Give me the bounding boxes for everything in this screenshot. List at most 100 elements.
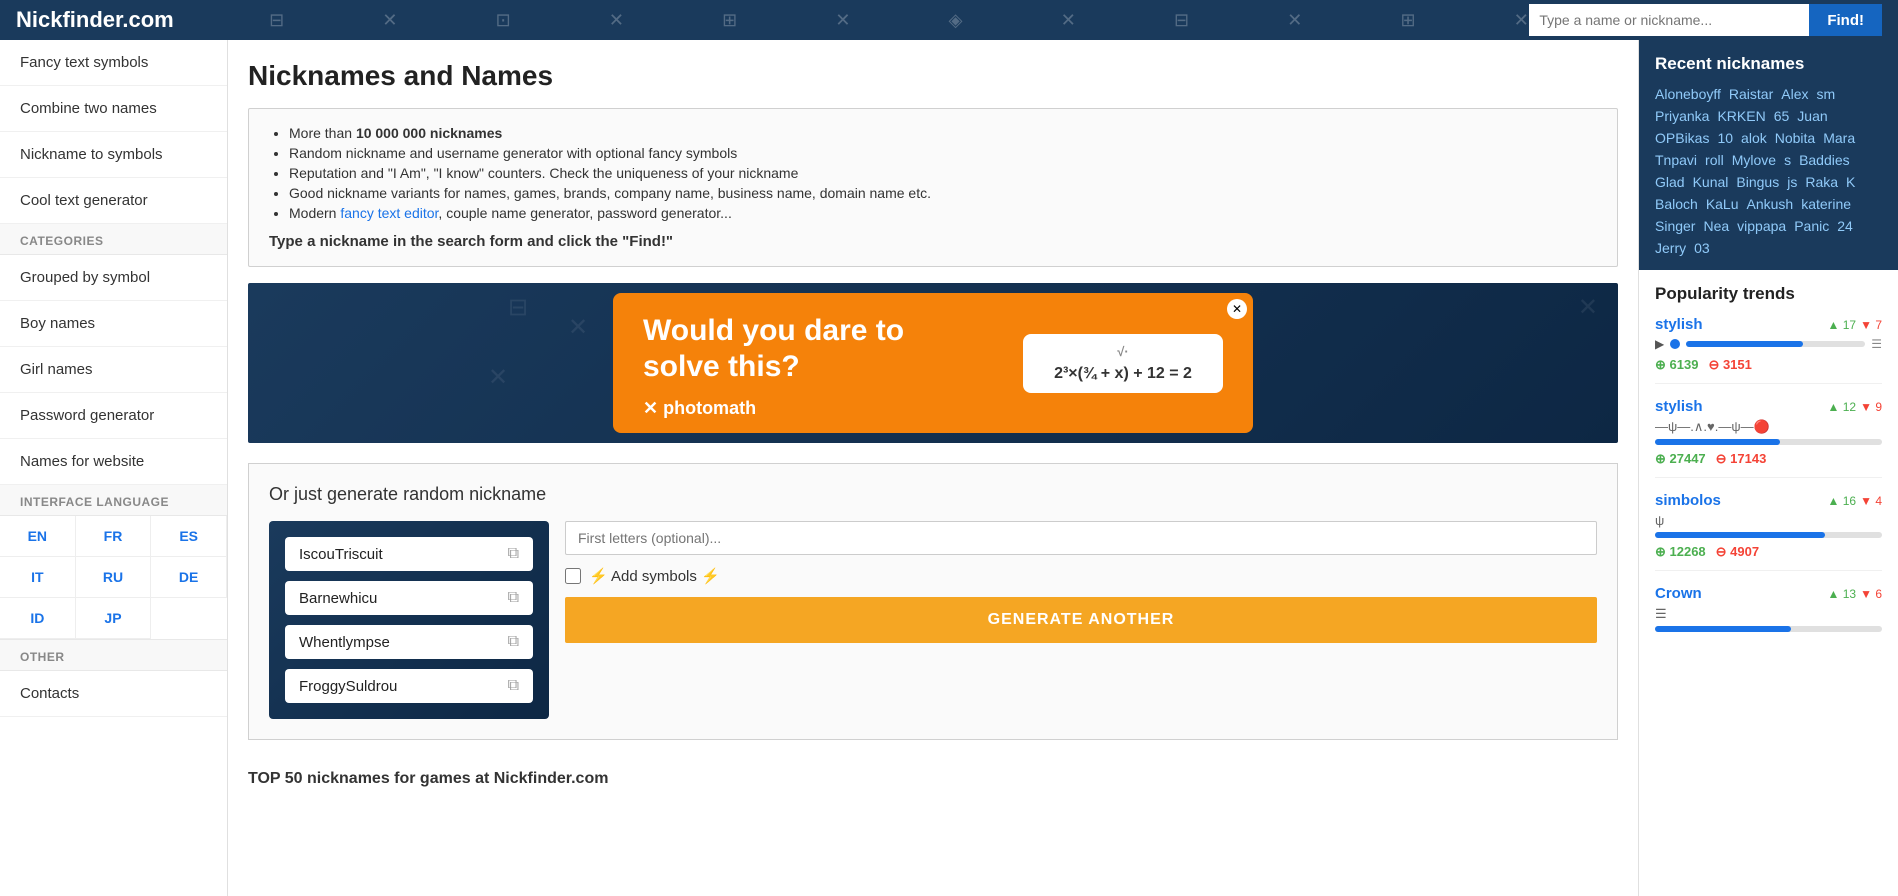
trend-header-0: stylish ▲ 17 ▼ 7 bbox=[1655, 316, 1882, 333]
recent-name-22[interactable]: Raka bbox=[1805, 174, 1838, 190]
trend-play-icon-0: ▶ bbox=[1655, 337, 1664, 351]
find-button[interactable]: Find! bbox=[1809, 4, 1882, 36]
lang-id[interactable]: ID bbox=[0, 598, 76, 639]
info-item-5: Modern fancy text editor, couple name ge… bbox=[289, 205, 1597, 221]
trend-bar-fill-0 bbox=[1686, 341, 1802, 347]
main-content: Nicknames and Names More than 10 000 000… bbox=[228, 40, 1638, 896]
generated-name-row-0: IscouTriscuit ⧉ bbox=[285, 537, 533, 571]
site-logo[interactable]: Nickfinder.com bbox=[16, 7, 174, 33]
nickname-count: 10 000 000 nicknames bbox=[356, 125, 502, 141]
recent-name-20[interactable]: Bingus bbox=[1736, 174, 1779, 190]
lang-fr[interactable]: FR bbox=[76, 516, 152, 557]
trend-name-2[interactable]: simbolos bbox=[1655, 492, 1721, 509]
trend-up-0: ▲ 17 bbox=[1828, 318, 1857, 332]
sidebar-item-password-generator[interactable]: Password generator bbox=[0, 393, 227, 439]
ad-banner: Would you dare to solve this? ✕ photomat… bbox=[248, 283, 1618, 443]
sidebar-item-names-for-website[interactable]: Names for website bbox=[0, 439, 227, 485]
trend-symbol-row-1: —ψ—.∧.♥.—ψ—🔴 bbox=[1655, 419, 1882, 435]
recent-name-3[interactable]: sm bbox=[1817, 86, 1836, 102]
copy-icon-1[interactable]: ⧉ bbox=[508, 589, 519, 607]
recent-name-8[interactable]: OPBikas bbox=[1655, 130, 1709, 146]
lang-de[interactable]: DE bbox=[151, 557, 227, 598]
lang-ru[interactable]: RU bbox=[76, 557, 152, 598]
recent-name-5[interactable]: KRKEN bbox=[1717, 108, 1765, 124]
right-sidebar: Recent nicknames Aloneboyff Raistar Alex… bbox=[1638, 40, 1898, 896]
deco-sym-6: ✕ bbox=[835, 10, 850, 31]
recent-name-0[interactable]: Aloneboyff bbox=[1655, 86, 1721, 102]
recent-name-7[interactable]: Juan bbox=[1797, 108, 1827, 124]
page-layout: Fancy text symbols Combine two names Nic… bbox=[0, 40, 1898, 896]
recent-name-11[interactable]: Nobita bbox=[1775, 130, 1815, 146]
trend-down-3: ▼ 6 bbox=[1860, 587, 1882, 601]
trend-counts-0: ⊕ 6139 ⊖ 3151 bbox=[1655, 357, 1882, 373]
lang-es[interactable]: ES bbox=[151, 516, 227, 557]
recent-name-17[interactable]: Baddies bbox=[1799, 152, 1850, 168]
recent-name-25[interactable]: KaLu bbox=[1706, 196, 1739, 212]
recent-name-4[interactable]: Priyanka bbox=[1655, 108, 1709, 124]
trend-header-2: simbolos ▲ 16 ▼ 4 bbox=[1655, 492, 1882, 509]
recent-name-16[interactable]: s bbox=[1784, 152, 1791, 168]
info-box: More than 10 000 000 nicknames Random ni… bbox=[248, 108, 1618, 267]
trend-name-0[interactable]: stylish bbox=[1655, 316, 1703, 333]
sidebar: Fancy text symbols Combine two names Nic… bbox=[0, 40, 228, 896]
trend-count-up-1: ⊕ 27447 bbox=[1655, 451, 1706, 467]
search-form: Find! bbox=[1529, 4, 1882, 36]
recent-name-32[interactable]: 24 bbox=[1837, 218, 1853, 234]
recent-name-29[interactable]: Nea bbox=[1703, 218, 1729, 234]
recent-name-24[interactable]: Baloch bbox=[1655, 196, 1698, 212]
trend-arrows-0: ▲ 17 ▼ 7 bbox=[1828, 318, 1882, 332]
sidebar-item-fancy-text-symbols[interactable]: Fancy text symbols bbox=[0, 40, 227, 86]
recent-name-14[interactable]: roll bbox=[1705, 152, 1724, 168]
ad-close-button[interactable]: ✕ bbox=[1227, 299, 1247, 319]
trend-name-3[interactable]: Crown bbox=[1655, 585, 1702, 602]
recent-name-30[interactable]: vippapa bbox=[1737, 218, 1786, 234]
lang-jp[interactable]: JP bbox=[76, 598, 152, 639]
lang-en[interactable]: EN bbox=[0, 516, 76, 557]
copy-icon-2[interactable]: ⧉ bbox=[508, 633, 519, 651]
recent-name-21[interactable]: js bbox=[1787, 174, 1797, 190]
info-item-3: Reputation and "I Am", "I know" counters… bbox=[289, 165, 1597, 181]
recent-name-33[interactable]: Jerry bbox=[1655, 240, 1686, 256]
trend-name-1[interactable]: stylish bbox=[1655, 398, 1703, 415]
sidebar-item-nickname-to-symbols[interactable]: Nickname to symbols bbox=[0, 132, 227, 178]
recent-name-26[interactable]: Ankush bbox=[1747, 196, 1794, 212]
add-symbols-checkbox[interactable] bbox=[565, 568, 581, 584]
trend-bar-row-2 bbox=[1655, 532, 1882, 538]
generate-another-button[interactable]: GENERATE ANOTHER bbox=[565, 597, 1597, 643]
trend-counts-1: ⊕ 27447 ⊖ 17143 bbox=[1655, 451, 1882, 467]
recent-name-34[interactable]: 03 bbox=[1694, 240, 1710, 256]
ad-equation-text: 2³×(¾ + x) + 12 = 2 bbox=[1039, 365, 1207, 383]
recent-name-6[interactable]: 65 bbox=[1774, 108, 1790, 124]
recent-name-18[interactable]: Glad bbox=[1655, 174, 1685, 190]
sidebar-item-boy-names[interactable]: Boy names bbox=[0, 301, 227, 347]
recent-name-9[interactable]: 10 bbox=[1717, 130, 1733, 146]
fancy-text-editor-link[interactable]: fancy text editor bbox=[340, 205, 438, 221]
sidebar-item-cool-text-generator[interactable]: Cool text generator bbox=[0, 178, 227, 224]
recent-name-2[interactable]: Alex bbox=[1781, 86, 1808, 102]
sidebar-item-girl-names[interactable]: Girl names bbox=[0, 347, 227, 393]
copy-icon-0[interactable]: ⧉ bbox=[508, 545, 519, 563]
first-letters-input[interactable] bbox=[565, 521, 1597, 555]
search-input[interactable] bbox=[1529, 4, 1809, 36]
recent-name-19[interactable]: Kunal bbox=[1693, 174, 1729, 190]
trend-header-3: Crown ▲ 13 ▼ 6 bbox=[1655, 585, 1882, 602]
sidebar-item-contacts[interactable]: Contacts bbox=[0, 671, 227, 717]
sidebar-item-grouped-by-symbol[interactable]: Grouped by symbol bbox=[0, 255, 227, 301]
trend-bar-row-1 bbox=[1655, 439, 1882, 445]
lang-it[interactable]: IT bbox=[0, 557, 76, 598]
recent-name-27[interactable]: katerine bbox=[1801, 196, 1851, 212]
sidebar-item-combine-two-names[interactable]: Combine two names bbox=[0, 86, 227, 132]
recent-name-23[interactable]: K bbox=[1846, 174, 1855, 190]
recent-name-28[interactable]: Singer bbox=[1655, 218, 1695, 234]
recent-name-13[interactable]: Tnpavi bbox=[1655, 152, 1697, 168]
recent-name-1[interactable]: Raistar bbox=[1729, 86, 1773, 102]
recent-name-12[interactable]: Mara bbox=[1823, 130, 1855, 146]
info-item-2: Random nickname and username generator w… bbox=[289, 145, 1597, 161]
copy-icon-3[interactable]: ⧉ bbox=[508, 677, 519, 695]
trend-arrows-1: ▲ 12 ▼ 9 bbox=[1828, 400, 1882, 414]
recent-name-31[interactable]: Panic bbox=[1794, 218, 1829, 234]
recent-name-10[interactable]: alok bbox=[1741, 130, 1767, 146]
trend-up-3: ▲ 13 bbox=[1828, 587, 1857, 601]
trend-item-2: simbolos ▲ 16 ▼ 4 ψ ⊕ 12268 ⊖ 4907 bbox=[1655, 492, 1882, 571]
recent-name-15[interactable]: Mylove bbox=[1732, 152, 1776, 168]
